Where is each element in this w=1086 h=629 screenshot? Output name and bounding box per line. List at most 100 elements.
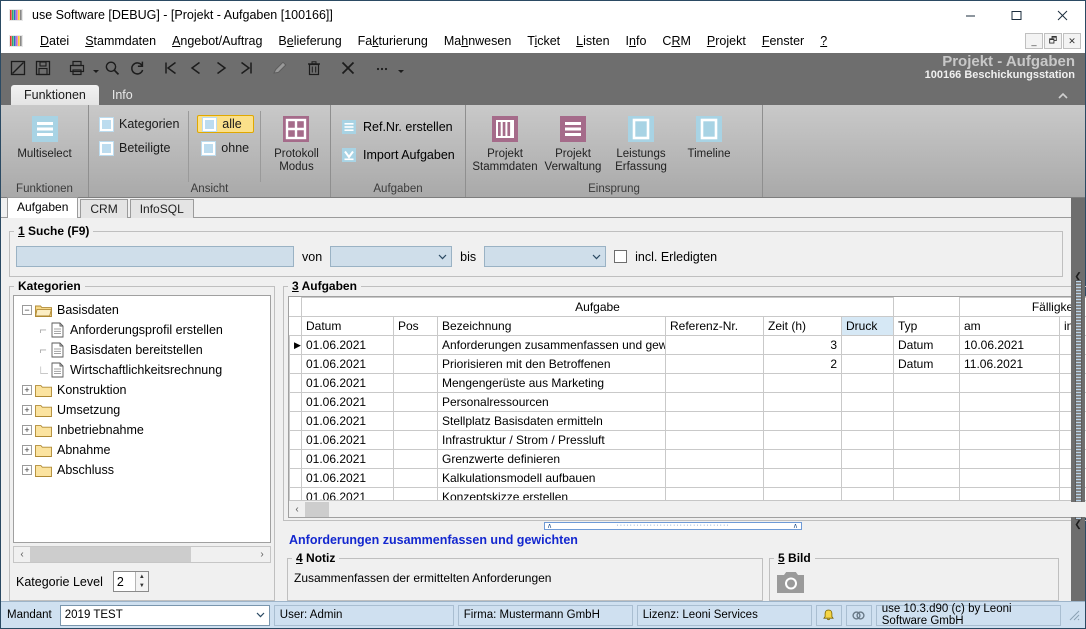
resize-grip-icon[interactable] [1067,608,1081,622]
tree-item-basisdaten[interactable]: − Basisdaten [20,300,268,320]
splitter-collapse-up-icon[interactable]: ❮ [1074,271,1082,280]
print-dropdown-icon[interactable] [91,57,101,79]
menu-item-ticket[interactable]: Ticket [519,32,568,50]
cell-am[interactable] [959,373,1060,393]
cell-bezeichnung[interactable]: Infrastruktur / Strom / Pressluft [437,430,666,450]
tab-aufgaben[interactable]: Aufgaben [7,197,79,218]
splitter-arrow-right[interactable]: ∧ [793,523,799,529]
cell-datum[interactable]: 01.06.2021 [301,354,394,374]
link-icon[interactable] [845,604,872,626]
cell-referenz[interactable] [665,430,764,450]
cell-typ[interactable] [893,449,960,469]
tasks-hscroll-track[interactable] [305,501,1086,517]
tab-infosql[interactable]: InfoSQL [129,199,194,218]
tree-item-konstruktion[interactable]: + Konstruktion [20,380,268,400]
splitter-collapse-down-icon[interactable]: ❮ [1074,519,1082,528]
notiz-text[interactable]: Zusammenfassen der ermittelten Anforderu… [288,565,762,591]
menu-item-angebot-auftrag[interactable]: Angebot/Auftrag [164,32,270,50]
cell-bezeichnung[interactable]: Priorisieren mit den Betroffenen [437,354,666,374]
tree-item-inbetriebnahme[interactable]: + Inbetriebnahme [20,420,268,440]
mdi-restore-button[interactable]: 🗗 [1044,33,1062,49]
cell-typ[interactable] [893,392,960,412]
tree-item-umsetzung[interactable]: + Umsetzung [20,400,268,420]
cell-am[interactable]: 11.06.2021 [959,354,1060,374]
refresh-icon[interactable] [126,57,148,79]
menu-item-fenster[interactable]: Fenster [754,32,812,50]
cell-zeit[interactable] [763,392,842,412]
cell-bezeichnung[interactable]: Stellplatz Basisdaten ermitteln [437,411,666,431]
cell-bezeichnung[interactable]: Grenzwerte definieren [437,449,666,469]
incl-erledigten-checkbox[interactable] [614,250,628,263]
tree-item-abschluss[interactable]: + Abschluss [20,460,268,480]
scroll-right-icon[interactable]: › [254,549,270,560]
colhdr-am[interactable]: am [959,316,1060,336]
cell-druck[interactable] [841,487,894,500]
cell-datum[interactable]: 01.06.2021 [301,392,394,412]
cell-datum[interactable]: 01.06.2021 [301,430,394,450]
tree-expander-konstruktion[interactable]: + [22,385,32,395]
table-row[interactable]: 01.06.2021 Grenzwerte definieren [289,449,1086,469]
cell-druck[interactable] [841,449,894,469]
cell-am[interactable] [959,468,1060,488]
cell-zeit[interactable] [763,411,842,431]
ref-nr-erstellen-button[interactable]: Ref.Nr. erstellen [337,117,457,137]
tree-expander-inbetriebnahme[interactable]: + [22,425,32,435]
cell-referenz[interactable] [665,449,764,469]
maximize-button[interactable] [993,1,1039,29]
tasks-grid[interactable]: Aufgabe Fälligkeit Datum Pos Bezeichnung… [289,297,1086,500]
cell-zeit[interactable] [763,373,842,393]
cell-datum[interactable]: 01.06.2021 [301,373,394,393]
cell-typ[interactable]: Datum [893,354,960,374]
cell-am[interactable]: 10.06.2021 [959,335,1060,355]
cell-pos[interactable] [393,392,438,412]
next-record-icon[interactable] [210,57,232,79]
check-beteiligte[interactable]: Beteiligte [95,139,184,157]
menu-item-belieferung[interactable]: Belieferung [270,32,349,50]
cell-am[interactable] [959,411,1060,431]
cell-referenz[interactable] [665,354,764,374]
timeline-button[interactable]: Timeline [676,109,742,161]
menu-item-help[interactable]: ? [812,32,835,50]
table-row[interactable]: 01.06.2021 Kalkulationsmodell aufbauen [289,468,1086,488]
colhdr-datum[interactable]: Datum [301,316,394,336]
right-vertical-splitter[interactable]: ❮ ❮ [1071,198,1085,601]
splitter-grip[interactable]: ∧ ·································· ∧ [544,521,802,530]
ribbon-tab-funktionen[interactable]: Funktionen [11,85,99,105]
table-row[interactable]: 01.06.2021 Personalressourcen [289,392,1086,412]
menu-item-datei[interactable]: Datei [32,32,77,50]
cell-datum[interactable]: 01.06.2021 [301,487,394,500]
mdi-minimize-button[interactable]: _ [1025,33,1043,49]
more-dropdown-icon[interactable] [396,57,406,79]
cell-referenz[interactable] [665,335,764,355]
cell-pos[interactable] [393,411,438,431]
cell-datum[interactable]: 01.06.2021 [301,411,394,431]
leistungs-erfassung-button[interactable]: Leistungs Erfassung [608,109,674,174]
cell-zeit[interactable]: 3 [763,335,842,355]
projekt-stammdaten-button[interactable]: Projekt Stammdaten [472,109,538,174]
cell-bezeichnung[interactable]: Mengengerüste aus Marketing [437,373,666,393]
close-button[interactable] [1039,1,1085,29]
category-tree[interactable]: − Basisdaten ⌐ Anforderungsprofil erstel… [13,295,271,543]
delete-icon[interactable] [303,57,325,79]
menu-item-crm[interactable]: CRM [654,32,698,50]
cell-typ[interactable] [893,373,960,393]
cell-druck[interactable] [841,392,894,412]
cell-zeit[interactable] [763,487,842,500]
cell-bezeichnung[interactable]: Anforderungen zusammenfassen und gewicht… [437,335,666,355]
table-row[interactable]: 01.06.2021 Mengengerüste aus Marketing [289,373,1086,393]
cell-zeit[interactable] [763,449,842,469]
bell-icon[interactable] [815,604,842,626]
table-row[interactable]: 01.06.2021 Priorisieren mit den Betroffe… [289,354,1086,374]
save-icon[interactable] [32,57,54,79]
cell-am[interactable] [959,430,1060,450]
tree-expander-umsetzung[interactable]: + [22,405,32,415]
menu-item-stammdaten[interactable]: Stammdaten [77,32,164,50]
colhdr-bezeichnung[interactable]: Bezeichnung [437,316,666,336]
table-row[interactable]: ▶ 01.06.2021 Anforderungen zusammenfasse… [289,335,1086,355]
menu-item-mahnwesen[interactable]: Mahnwesen [436,32,519,50]
cell-druck[interactable] [841,335,894,355]
menu-item-fakturierung[interactable]: Fakturierung [350,32,436,50]
von-combo[interactable] [330,246,453,267]
kategorie-level-stepper[interactable]: 2 ▲ ▼ [112,571,149,592]
more-options-icon[interactable] [371,57,393,79]
